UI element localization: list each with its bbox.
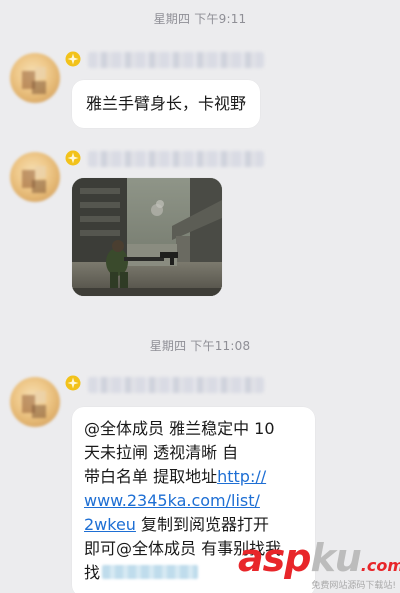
game-screenshot-image xyxy=(72,178,222,296)
message-text: 复制到阅览器打开 xyxy=(141,515,270,534)
image-message[interactable] xyxy=(72,178,222,296)
message-bubble[interactable]: 雅兰手臂身长，卡视野 xyxy=(72,80,261,128)
message-line: www.2345ka.com/list/ xyxy=(84,489,303,513)
timestamp: 星期四 下午9:11 xyxy=(153,12,247,26)
sender-name-redacted xyxy=(88,151,264,167)
site-watermark: aspku.com 免费网站源码下载站! xyxy=(238,538,400,593)
chat-screen: 星期四 下午9:11 雅兰手臂身长，卡视野 星期四 下午11:08 @全体成员 … xyxy=(0,0,400,593)
timestamp: 星期四 下午11:08 xyxy=(149,339,251,353)
download-link[interactable]: www.2345ka.com/list/ xyxy=(84,491,260,510)
avatar[interactable] xyxy=(10,152,60,202)
sparkle-badge-icon xyxy=(65,51,81,67)
download-link[interactable]: http:// xyxy=(217,467,266,486)
message-text: 带白名单 提取地址 xyxy=(84,467,218,486)
download-link[interactable]: 2wkeu xyxy=(84,515,136,534)
sender-name-redacted xyxy=(88,377,264,393)
avatar[interactable] xyxy=(10,377,60,427)
sparkle-badge-icon xyxy=(65,150,81,166)
message-line: 带白名单 提取地址http:// xyxy=(84,465,303,489)
sparkle-badge-icon xyxy=(65,375,81,391)
message-line: 2wkeu 复制到阅览器打开 xyxy=(84,513,303,537)
message-text: 雅兰手臂身长，卡视野 xyxy=(86,94,247,113)
message-line: @全体成员 雅兰稳定中 10 xyxy=(84,419,275,438)
message-line: 天未拉闸 透视清晰 自 xyxy=(84,443,239,462)
sender-name-redacted xyxy=(88,52,264,68)
message-text: 找 xyxy=(84,563,101,582)
redacted-text xyxy=(102,565,199,579)
avatar[interactable] xyxy=(10,53,60,103)
watermark-tagline: 免费网站源码下载站! xyxy=(311,581,396,591)
